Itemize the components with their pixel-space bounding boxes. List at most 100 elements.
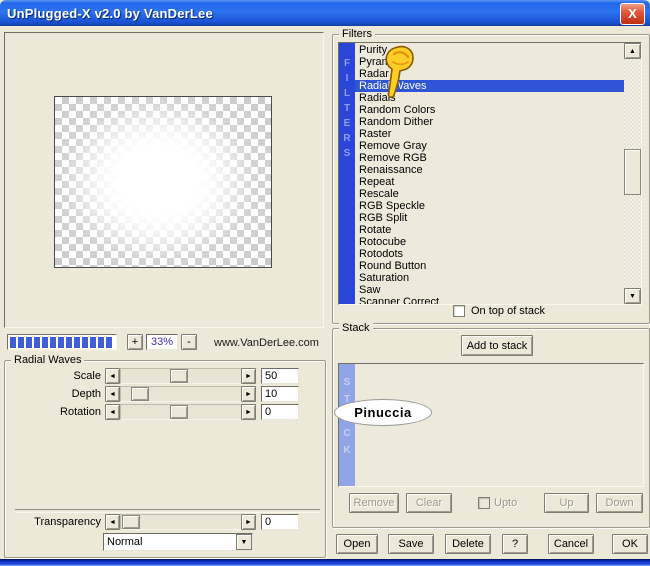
help-button[interactable]: ? (502, 534, 528, 554)
depth-value-input[interactable] (261, 386, 299, 402)
filter-item[interactable]: Random Dither (355, 116, 624, 128)
open-button[interactable]: Open (336, 534, 378, 554)
filter-item[interactable]: Saturation (355, 272, 624, 284)
filter-item[interactable]: Repeat (355, 176, 624, 188)
down-button[interactable]: Down (596, 493, 643, 513)
progress-segment (106, 336, 112, 348)
progress-segment (98, 336, 104, 348)
strip-letter: E (343, 118, 351, 129)
stack-group-label: Stack (339, 322, 373, 334)
scale-slider-track[interactable] (120, 368, 242, 384)
parameters-group: Radial Waves Scale ◄ ► Depth ◄ ► Rotatio… (4, 354, 326, 558)
transparency-right-arrow[interactable]: ► (241, 514, 256, 530)
blend-mode-value: Normal (107, 536, 143, 548)
stack-vertical-strip: STACK (339, 364, 355, 486)
scale-label: Scale (73, 370, 101, 382)
strip-letter: F (343, 58, 351, 69)
upto-label: Upto (494, 497, 518, 509)
zoom-in-button[interactable]: + (127, 334, 143, 350)
depth-left-arrow[interactable]: ◄ (105, 386, 120, 402)
depth-slider-track[interactable] (120, 386, 242, 402)
upto-checkbox[interactable] (478, 497, 490, 509)
filter-item[interactable]: RGB Split (355, 212, 624, 224)
strip-letter: C (343, 428, 351, 439)
filters-vertical-strip: FILTERS (339, 43, 355, 304)
rotation-value-input[interactable] (261, 404, 299, 420)
filter-item[interactable]: Renaissance (355, 164, 624, 176)
progress-segment (90, 336, 96, 348)
depth-right-arrow[interactable]: ► (241, 386, 256, 402)
filter-item[interactable]: Saw (355, 284, 624, 296)
rotation-right-arrow[interactable]: ► (241, 404, 256, 420)
close-button[interactable]: X (620, 3, 645, 25)
delete-button[interactable]: Delete (445, 534, 491, 554)
progress-bar (7, 334, 117, 350)
vendor-website-link[interactable]: www.VanDerLee.com (214, 337, 319, 349)
on-top-of-stack-label[interactable]: On top of stack (471, 305, 545, 318)
filter-item[interactable]: Round Button (355, 260, 624, 272)
scale-left-arrow[interactable]: ◄ (105, 368, 120, 384)
filter-item[interactable]: Rotodots (355, 248, 624, 260)
filters-group-label: Filters (339, 28, 375, 40)
strip-letter: R (343, 133, 351, 144)
preview-image[interactable] (54, 96, 272, 268)
progress-segment (50, 336, 56, 348)
filter-item[interactable]: Remove RGB (355, 152, 624, 164)
strip-letter: T (343, 103, 351, 114)
cancel-button[interactable]: Cancel (548, 534, 594, 554)
scale-slider-thumb[interactable] (169, 369, 188, 383)
strip-letter: L (343, 88, 351, 99)
filter-item[interactable]: Scanner Correct (355, 296, 624, 304)
strip-letter: I (345, 73, 349, 84)
rotation-left-arrow[interactable]: ◄ (105, 404, 120, 420)
on-top-of-stack-checkbox[interactable] (453, 305, 465, 317)
unplugged-x-dialog: UnPlugged-X v2.0 by VanDerLee X + 33% - … (0, 0, 650, 566)
progress-segment (74, 336, 80, 348)
transparency-label: Transparency (34, 516, 101, 528)
scrollbar-thumb[interactable] (624, 149, 641, 195)
chevron-down-icon[interactable]: ▼ (236, 534, 252, 550)
filter-item[interactable]: Rotocube (355, 236, 624, 248)
rotation-slider-thumb[interactable] (169, 405, 188, 419)
transparency-left-arrow[interactable]: ◄ (105, 514, 120, 530)
title-bar[interactable]: UnPlugged-X v2.0 by VanDerLee X (0, 0, 650, 26)
zoom-level-display: 33% (146, 334, 178, 350)
strip-letter: S (343, 377, 351, 388)
scroll-down-icon[interactable]: ▼ (624, 288, 641, 304)
blend-mode-select[interactable]: Normal ▼ (103, 533, 253, 551)
filter-listbox: FILTERS Purity Pyramids Radar Radial Waves R… (338, 42, 642, 305)
progress-segment (10, 336, 16, 348)
up-button[interactable]: Up (544, 493, 589, 513)
progress-segment (26, 336, 32, 348)
depth-label: Depth (71, 388, 101, 400)
rotation-slider-track[interactable] (120, 404, 242, 420)
progress-segment (58, 336, 64, 348)
filters-scrollbar[interactable]: ▲ ▼ (624, 43, 641, 304)
window-bottom-border (0, 559, 650, 566)
zoom-out-button[interactable]: - (181, 334, 197, 350)
progress-segment (34, 336, 40, 348)
remove-button[interactable]: Remove (349, 493, 399, 513)
strip-letter: S (343, 148, 351, 159)
clear-button[interactable]: Clear (406, 493, 452, 513)
filter-item[interactable]: Rescale (355, 188, 624, 200)
save-button[interactable]: Save (388, 534, 434, 554)
add-to-stack-button[interactable]: Add to stack (461, 335, 533, 356)
transparency-slider-thumb[interactable] (122, 515, 141, 529)
filter-item[interactable]: Random Colors (355, 104, 624, 116)
progress-segment (18, 336, 24, 348)
transparency-slider-track[interactable] (120, 514, 242, 530)
filter-item[interactable]: Remove Gray (355, 140, 624, 152)
strip-letter: K (343, 445, 351, 456)
depth-slider-thumb[interactable] (131, 387, 150, 401)
filter-item[interactable]: Rotate (355, 224, 624, 236)
scale-right-arrow[interactable]: ► (241, 368, 256, 384)
rotation-label: Rotation (60, 406, 101, 418)
filter-item[interactable]: RGB Speckle (355, 200, 624, 212)
scale-value-input[interactable] (261, 368, 299, 384)
scroll-up-icon[interactable]: ▲ (624, 43, 641, 59)
filter-item[interactable]: Raster (355, 128, 624, 140)
progress-segment (66, 336, 72, 348)
transparency-value-input[interactable] (261, 514, 299, 530)
ok-button[interactable]: OK (612, 534, 648, 554)
